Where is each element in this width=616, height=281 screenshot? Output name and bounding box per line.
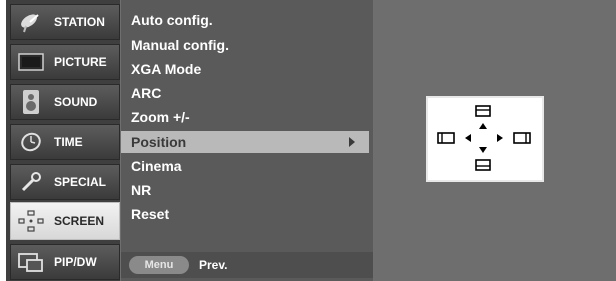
sidebar-item-label: SPECIAL bbox=[54, 175, 107, 189]
wrench-icon bbox=[16, 169, 46, 195]
submenu-item-label: XGA Mode bbox=[131, 61, 202, 77]
pip-windows-icon bbox=[16, 249, 46, 275]
submenu-item-xga-mode[interactable]: XGA Mode bbox=[121, 58, 369, 80]
sidebar-item-picture[interactable]: PICTURE bbox=[10, 44, 120, 80]
sidebar-item-label: STATION bbox=[54, 15, 105, 29]
position-arrows-icon bbox=[437, 105, 531, 171]
screen-submenu: Auto config. Manual config. XGA Mode ARC… bbox=[121, 0, 373, 281]
submenu-item-label: Cinema bbox=[131, 158, 182, 174]
submenu-item-label: Auto config. bbox=[131, 12, 213, 28]
hint-bar: Menu Prev. bbox=[121, 252, 373, 278]
sidebar-item-label: SOUND bbox=[54, 95, 98, 109]
menu-button[interactable]: Menu bbox=[129, 256, 189, 274]
submenu-item-position[interactable]: Position bbox=[121, 131, 369, 153]
submenu-item-label: Reset bbox=[131, 206, 170, 222]
sidebar-item-special[interactable]: SPECIAL bbox=[10, 164, 120, 200]
sidebar-item-label: TIME bbox=[54, 135, 83, 149]
screen-adjust-icon bbox=[16, 208, 46, 234]
prev-label: Prev. bbox=[199, 258, 228, 272]
satellite-dish-icon bbox=[16, 9, 46, 35]
submenu-item-cinema[interactable]: Cinema bbox=[121, 155, 369, 177]
sidebar-item-label: SCREEN bbox=[54, 214, 105, 228]
sidebar-item-time[interactable]: TIME bbox=[10, 124, 120, 160]
sidebar-item-sound[interactable]: SOUND bbox=[10, 84, 120, 120]
sidebar-item-label: PIP/DW bbox=[54, 255, 97, 269]
submenu-item-label: Manual config. bbox=[131, 37, 229, 53]
submenu-item-reset[interactable]: Reset bbox=[121, 203, 369, 225]
submenu-item-auto-config[interactable]: Auto config. bbox=[121, 9, 369, 31]
submenu-item-arc[interactable]: ARC bbox=[121, 82, 369, 104]
speaker-icon bbox=[16, 89, 46, 115]
submenu-item-manual-config[interactable]: Manual config. bbox=[121, 34, 369, 56]
position-control-popup[interactable] bbox=[426, 96, 544, 182]
clock-icon bbox=[16, 129, 46, 155]
chevron-right-icon bbox=[349, 137, 355, 147]
sidebar-item-pip-dw[interactable]: PIP/DW bbox=[10, 244, 120, 280]
submenu-item-zoom[interactable]: Zoom +/- bbox=[121, 106, 369, 128]
submenu-item-label: ARC bbox=[131, 85, 162, 101]
submenu-item-label: Zoom +/- bbox=[131, 109, 190, 125]
sidebar-item-label: PICTURE bbox=[54, 55, 107, 69]
tv-screen-icon bbox=[16, 49, 46, 75]
main-menu-sidebar: STATION PICTURE SOUND TIME SPECIAL SCREE… bbox=[6, 0, 120, 281]
sidebar-item-station[interactable]: STATION bbox=[10, 4, 120, 40]
submenu-item-label: NR bbox=[131, 182, 152, 198]
sidebar-item-screen[interactable]: SCREEN bbox=[10, 202, 120, 240]
submenu-item-label: Position bbox=[131, 134, 187, 150]
submenu-item-nr[interactable]: NR bbox=[121, 179, 369, 201]
